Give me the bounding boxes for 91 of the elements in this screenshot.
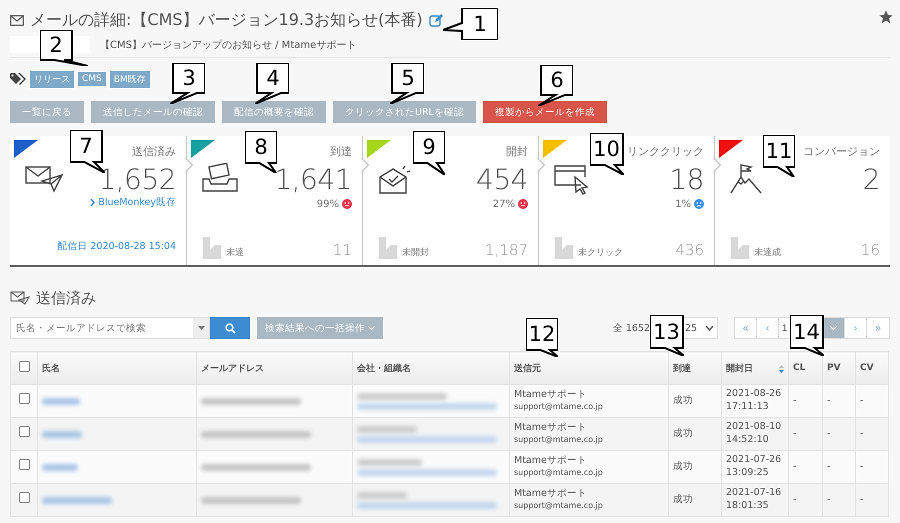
stat-value: 1,641	[274, 163, 352, 196]
envelope-plane-icon	[10, 291, 30, 305]
stat-value: 2	[862, 163, 880, 196]
callout: 10	[590, 133, 624, 175]
stat-link[interactable]: BlueMonkey既存	[90, 196, 176, 209]
stat-label: 送信済み	[132, 144, 176, 159]
column-header[interactable]: 開封日	[722, 352, 788, 384]
edit-icon[interactable]	[428, 13, 443, 27]
stat-value: 454	[476, 163, 528, 196]
status-cell: 成功	[668, 484, 722, 516]
table-cell: -	[822, 484, 856, 516]
table-cell: -	[788, 484, 822, 516]
subject-text: 【CMS】バージョンアップのお知らせ / Mtameサポート	[100, 38, 356, 52]
table-cell: -	[856, 484, 888, 516]
stat-rate: 1%	[675, 198, 691, 210]
callout: 3	[170, 63, 205, 104]
search-icon	[224, 322, 236, 334]
page-title: メールの詳細:【CMS】バージョン19.3お知らせ(本番)	[30, 10, 423, 30]
stat-label: 到達	[330, 144, 352, 159]
column-header[interactable]: PV	[822, 352, 856, 384]
column-header[interactable]: 会社・組織名	[352, 352, 510, 384]
sub-label: 未達	[226, 246, 244, 259]
stat-rate: 27%	[492, 198, 515, 210]
column-header[interactable]: 送信元	[510, 352, 668, 384]
tag[interactable]: リリース	[30, 70, 74, 88]
envelope-icon	[10, 14, 24, 26]
action-button[interactable]: 複製からメールを作成	[482, 101, 607, 123]
stat-label: 開封	[506, 144, 528, 159]
row-checkbox[interactable]	[19, 492, 30, 504]
row-checkbox[interactable]	[19, 459, 30, 470]
row-checkbox[interactable]	[19, 393, 30, 404]
total-count: 全 1652	[612, 322, 650, 334]
down-right-arrow-icon	[201, 237, 223, 259]
column-header[interactable]: CL	[788, 352, 822, 384]
down-right-arrow-icon	[377, 237, 399, 259]
chevron-down-icon	[706, 326, 713, 330]
callout: 4	[255, 63, 289, 104]
column-header[interactable]: 到達	[668, 352, 722, 384]
column-header[interactable]: 氏名	[38, 352, 196, 384]
callout: 11	[763, 135, 795, 177]
blurred-name	[42, 430, 82, 438]
callout: 6	[538, 65, 573, 106]
down-right-arrow-icon	[729, 237, 751, 259]
sub-value: 436	[675, 241, 704, 259]
column-header[interactable]: メールアドレス	[196, 352, 352, 384]
tags-icon	[10, 73, 26, 85]
send-date: 配信日 2020-08-28 15:04	[57, 240, 176, 253]
callout: 7	[70, 130, 105, 173]
chevron-down-icon	[368, 326, 375, 330]
stat-label: コンバージョン	[803, 144, 880, 159]
row-checkbox[interactable]	[19, 426, 30, 438]
down-right-arrow-icon	[553, 237, 575, 259]
sub-label: 未開封	[402, 246, 429, 259]
sub-label: 未クリック	[578, 246, 623, 259]
callout: 9	[413, 131, 445, 175]
action-button[interactable]: クリックされたURLを確認	[333, 101, 476, 123]
column-header[interactable]: CV	[856, 352, 888, 384]
chevron-right-icon	[90, 199, 96, 206]
callout: 13	[650, 315, 684, 356]
sub-label: 未達成	[754, 246, 781, 259]
star-icon[interactable]	[878, 9, 894, 25]
callout: 12	[526, 318, 558, 357]
sub-value: 16	[860, 241, 880, 259]
action-button[interactable]: 送信したメールの確認	[91, 101, 215, 123]
open-envelope-check-icon	[377, 163, 413, 195]
blurred-name	[42, 398, 80, 404]
blurred-name	[42, 496, 112, 504]
tag[interactable]: CMS	[78, 72, 106, 86]
callout: 2	[40, 30, 88, 66]
sub-value: 1,187	[485, 241, 528, 259]
blurred-company	[357, 426, 417, 432]
search-button[interactable]	[210, 317, 250, 339]
stat-value: 18	[669, 163, 704, 196]
stat-rate: 99%	[316, 198, 339, 210]
blurred-name	[42, 464, 78, 470]
sender-cell: Mtameサポート support@mtame.co.jp	[510, 484, 668, 516]
bulk-action-button[interactable]: 検索結果への一括操作	[257, 317, 383, 339]
section-title: 送信済み	[36, 288, 96, 308]
sub-value: 11	[332, 241, 352, 259]
tag[interactable]: BM既存	[110, 70, 150, 88]
blurred-company	[357, 492, 407, 498]
stat-label: リンククリック	[627, 144, 704, 159]
blurred-company	[357, 458, 422, 466]
select-all-checkbox[interactable]	[19, 361, 30, 372]
sort-icon[interactable]	[779, 364, 784, 372]
action-button[interactable]: 配信の概要を確認	[222, 101, 326, 123]
opened-date-cell: 2021-07-16 18:01:35	[722, 484, 788, 516]
callout: 5	[390, 63, 424, 104]
callout: 1	[443, 8, 498, 40]
callout: 8	[245, 131, 277, 173]
action-button[interactable]: 一覧に戻る	[10, 101, 84, 123]
